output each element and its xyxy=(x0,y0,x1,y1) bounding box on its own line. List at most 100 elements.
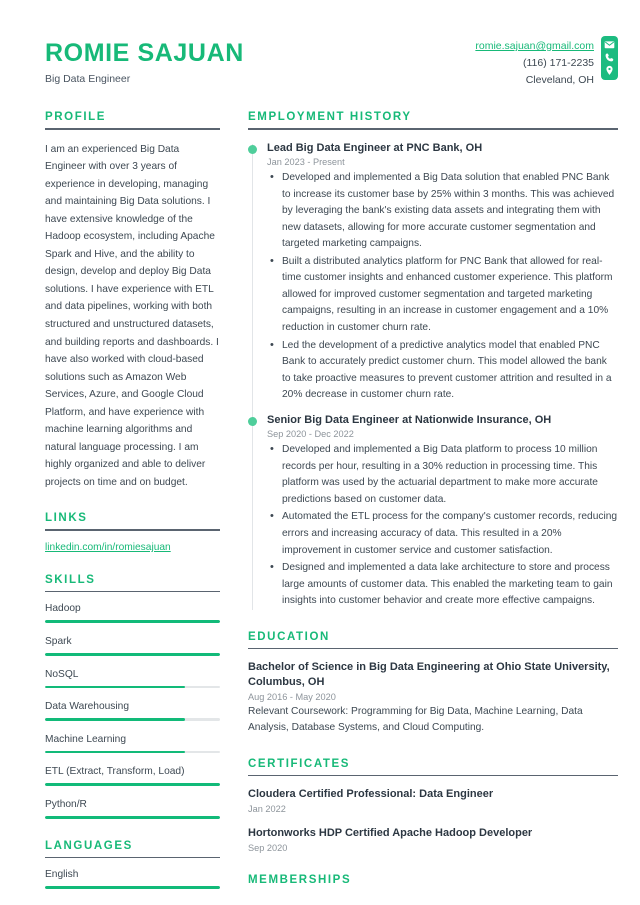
header-identity: ROMIE SAJUAN Big Data Engineer xyxy=(45,36,244,85)
contact-block: romie.sajuan@gmail.com (116) 171-2235 Cl… xyxy=(475,36,618,89)
skill-label: Python/R xyxy=(45,799,87,810)
link-linkedin[interactable]: linkedin.com/in/romiesajuan xyxy=(45,542,171,553)
contact-icon-badge xyxy=(601,36,618,80)
heading-rule xyxy=(45,590,220,593)
list-item: Developed and implemented a Big Data pla… xyxy=(267,441,618,508)
certificate-date: Sep 2020 xyxy=(248,842,288,853)
skill-bar-track xyxy=(45,750,220,754)
section-languages: LANGUAGES English xyxy=(45,840,220,889)
list-item: Bachelor of Science in Big Data Engineer… xyxy=(248,660,618,737)
job-date: Jan 2023 - Present xyxy=(267,157,345,168)
list-item: Cloudera Certified Professional: Data En… xyxy=(248,787,618,814)
timeline-dot-icon xyxy=(248,416,257,426)
contact-email-link[interactable]: romie.sajuan@gmail.com xyxy=(475,40,594,52)
language-label: English xyxy=(45,869,79,881)
heading-rule xyxy=(45,856,220,859)
education-description: Relevant Coursework: Programming for Big… xyxy=(248,705,583,734)
skill-bar-track xyxy=(45,783,220,786)
skill-bar-track xyxy=(45,718,220,721)
skill-bar-fill xyxy=(45,653,220,656)
certificate-date: Jan 2022 xyxy=(248,804,286,815)
sidebar-column: PROFILE I am an experienced Big Data Eng… xyxy=(45,111,220,905)
heading-rule xyxy=(45,529,220,531)
contact-lines: romie.sajuan@gmail.com (116) 171-2235 Cl… xyxy=(475,36,594,89)
section-heading-memberships: MEMBERSHIPS xyxy=(248,873,352,886)
heading-rule xyxy=(248,128,618,130)
skill-bar-fill xyxy=(45,750,185,754)
list-item: Built a distributed analytics platform f… xyxy=(267,253,618,337)
job-title: Senior Big Data Engineer at Nationwide I… xyxy=(267,413,552,426)
list-item: English xyxy=(45,869,220,889)
list-item: ETL (Extract, Transform, Load) xyxy=(45,766,220,786)
skill-label: NoSQL xyxy=(45,668,79,680)
skill-bar-track xyxy=(45,816,220,819)
contact-email-row: romie.sajuan@gmail.com xyxy=(475,38,594,55)
job-bullets: Developed and implemented a Big Data pla… xyxy=(267,441,618,610)
list-item: Machine Learning xyxy=(45,734,220,754)
skill-label: Machine Learning xyxy=(45,733,126,745)
language-bar-fill xyxy=(45,886,220,889)
profile-text: I am an experienced Big Data Engineer wi… xyxy=(45,143,219,488)
list-item: Automated the ETL process for the compan… xyxy=(267,508,618,559)
skill-bar-fill xyxy=(45,620,220,624)
skill-label: Hadoop xyxy=(45,603,81,615)
skill-bar-track xyxy=(45,620,220,624)
employment-timeline: Lead Big Data Engineer at PNC Bank, OH J… xyxy=(248,141,618,610)
main-column: EMPLOYMENT HISTORY Lead Big Data Enginee… xyxy=(220,111,618,905)
list-item: Designed and implemented a data lake arc… xyxy=(267,559,618,610)
resume-body: PROFILE I am an experienced Big Data Eng… xyxy=(0,89,640,905)
skill-bar-fill xyxy=(45,685,185,689)
heading-rule xyxy=(248,647,618,650)
list-item: Senior Big Data Engineer at Nationwide I… xyxy=(248,413,618,610)
section-heading-links: LINKS xyxy=(45,512,88,525)
section-education: EDUCATION Bachelor of Science in Big Dat… xyxy=(248,631,618,737)
skill-bar-fill xyxy=(45,718,185,721)
certificate-title: Hortonworks HDP Certified Apache Hadoop … xyxy=(248,827,533,840)
job-bullets: Developed and implemented a Big Data sol… xyxy=(267,169,618,404)
phone-icon xyxy=(604,52,615,63)
list-item: Spark xyxy=(45,636,220,656)
timeline-dot-icon xyxy=(248,144,257,154)
heading-rule xyxy=(45,128,220,130)
list-item: NoSQL xyxy=(45,669,220,689)
skill-bar-fill xyxy=(45,816,220,819)
section-heading-employment: EMPLOYMENT HISTORY xyxy=(248,111,412,123)
education-title: Bachelor of Science in Big Data Engineer… xyxy=(248,661,610,688)
list-item: Led the development of a predictive anal… xyxy=(267,336,618,404)
skill-bar-fill xyxy=(45,783,220,786)
list-item: Hadoop xyxy=(45,603,220,624)
section-heading-education: EDUCATION xyxy=(248,630,330,643)
skills-list: Hadoop Spark NoSQL Data Warehousing Mach… xyxy=(45,603,220,819)
section-links: LINKS linkedin.com/in/romiesajuan xyxy=(45,512,220,553)
section-profile: PROFILE I am an experienced Big Data Eng… xyxy=(45,111,220,491)
section-employment: EMPLOYMENT HISTORY Lead Big Data Enginee… xyxy=(248,111,618,610)
resume-page: ROMIE SAJUAN Big Data Engineer romie.saj… xyxy=(0,0,640,905)
list-item: Hortonworks HDP Certified Apache Hadoop … xyxy=(248,826,618,853)
job-title: Lead Big Data Engineer at PNC Bank, OH xyxy=(267,141,483,154)
section-heading-skills: SKILLS xyxy=(45,573,96,586)
skill-bar-track xyxy=(45,685,220,689)
contact-location: Cleveland, OH xyxy=(525,74,594,86)
skill-label: Spark xyxy=(45,636,72,648)
heading-rule xyxy=(248,774,618,777)
skill-bar-track xyxy=(45,653,220,656)
list-item: Developed and implemented a Big Data sol… xyxy=(267,169,618,253)
skill-label: Data Warehousing xyxy=(45,701,129,713)
job-date: Sep 2020 - Dec 2022 xyxy=(267,429,354,440)
section-heading-profile: PROFILE xyxy=(45,111,107,123)
certificate-title: Cloudera Certified Professional: Data En… xyxy=(248,788,494,801)
location-pin-icon xyxy=(604,65,615,76)
contact-phone: (116) 171-2235 xyxy=(522,57,594,69)
section-skills: SKILLS Hadoop Spark NoSQL Data Warehousi… xyxy=(45,574,220,819)
list-item: Python/R xyxy=(45,799,220,819)
language-bar-track xyxy=(45,886,220,889)
envelope-icon xyxy=(604,39,615,50)
section-heading-languages: LANGUAGES xyxy=(45,839,133,852)
list-item: Lead Big Data Engineer at PNC Bank, OH J… xyxy=(248,141,618,404)
section-certificates: CERTIFICATES Cloudera Certified Professi… xyxy=(248,758,618,853)
candidate-job-title: Big Data Engineer xyxy=(45,72,131,85)
section-heading-certificates: CERTIFICATES xyxy=(248,757,351,770)
education-date: Aug 2016 - May 2020 xyxy=(248,691,336,702)
section-memberships: MEMBERSHIPS xyxy=(248,874,618,891)
skill-label: ETL (Extract, Transform, Load) xyxy=(45,766,185,778)
